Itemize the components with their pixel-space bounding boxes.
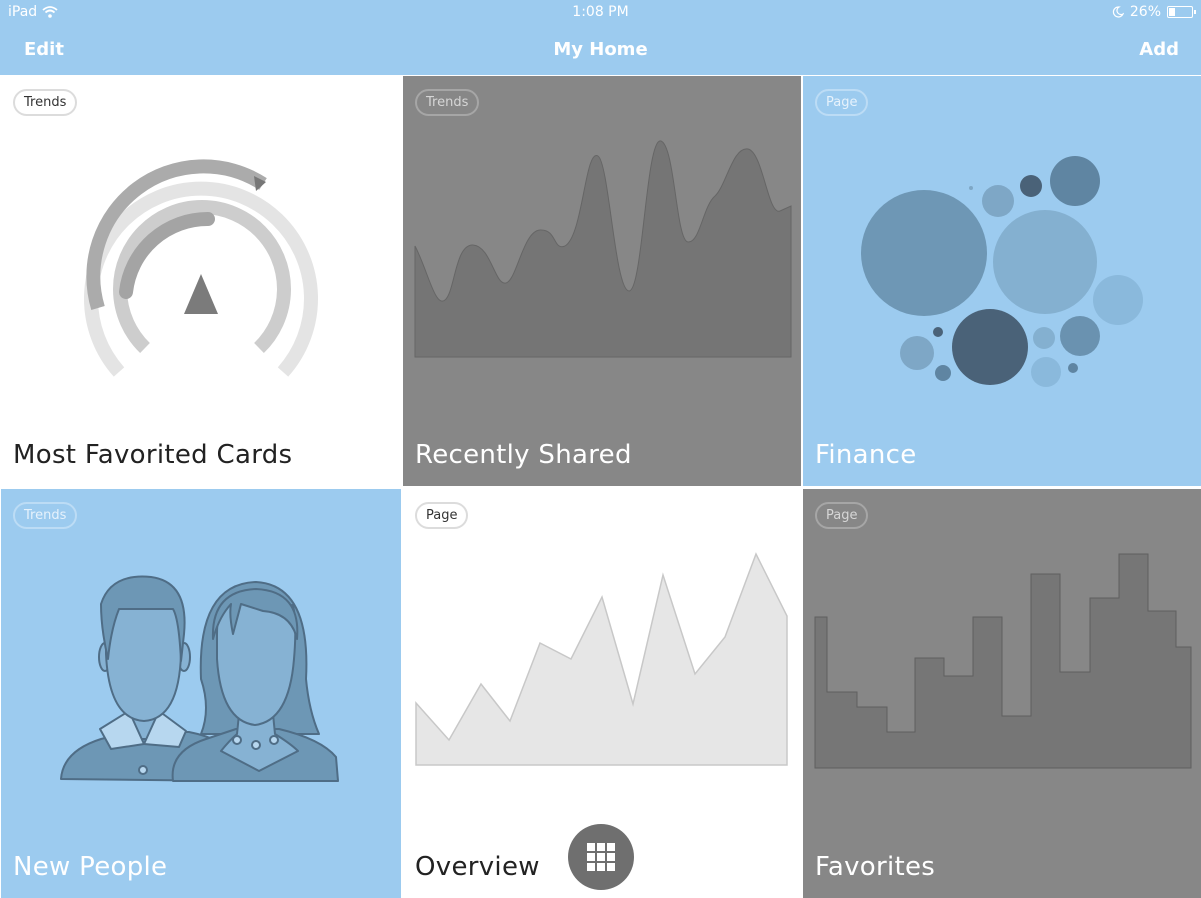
tile-title: Favorites	[815, 852, 936, 882]
tile-badge: Trends	[13, 89, 78, 116]
tile-badge: Trends	[415, 89, 480, 116]
status-right-group: 26%	[1112, 4, 1196, 20]
tile-new-people[interactable]: Trends New People	[1, 489, 401, 898]
tile-favorites[interactable]: Page Favorites	[803, 489, 1201, 898]
battery-fill	[1169, 8, 1175, 16]
app-grid-button[interactable]	[568, 824, 634, 890]
moon-icon	[1112, 6, 1124, 18]
bubble-chart-illustration	[861, 156, 1143, 387]
tile-title: New People	[13, 852, 168, 882]
status-bar: iPad 1:08 PM 26%	[0, 0, 1201, 24]
wave-area-chart-illustration	[414, 140, 792, 358]
tile-badge: Page	[815, 89, 869, 116]
gauge-chart-illustration	[84, 159, 318, 377]
nav-bar: Edit My Home Add	[0, 30, 1201, 70]
battery-icon	[1167, 6, 1196, 18]
battery-percent: 26%	[1129, 4, 1161, 20]
step-area-chart-illustration	[814, 553, 1192, 769]
status-time: 1:08 PM	[572, 4, 629, 20]
app-root: iPad 1:08 PM 26% Edit My Home Add Trends…	[0, 0, 1201, 898]
tile-badge: Trends	[13, 502, 78, 529]
tile-title: Recently Shared	[415, 440, 632, 470]
people-icon	[60, 575, 339, 782]
tile-title: Overview	[415, 852, 540, 882]
grid-icon	[587, 843, 615, 871]
tile-title: Finance	[815, 440, 917, 470]
tile-finance[interactable]: Page Finance	[803, 76, 1201, 486]
tile-recently-shared[interactable]: Trends Recently Shared	[403, 76, 801, 486]
tile-most-favorited-cards[interactable]: Trends Most Favorited Cards	[1, 76, 401, 486]
tile-title: Most Favorited Cards	[13, 440, 293, 470]
add-button[interactable]: Add	[1139, 39, 1179, 60]
top-bar: iPad 1:08 PM 26% Edit My Home Add	[0, 0, 1201, 75]
tile-badge: Page	[415, 502, 469, 529]
tile-badge: Page	[815, 502, 869, 529]
nav-title: My Home	[553, 39, 648, 60]
